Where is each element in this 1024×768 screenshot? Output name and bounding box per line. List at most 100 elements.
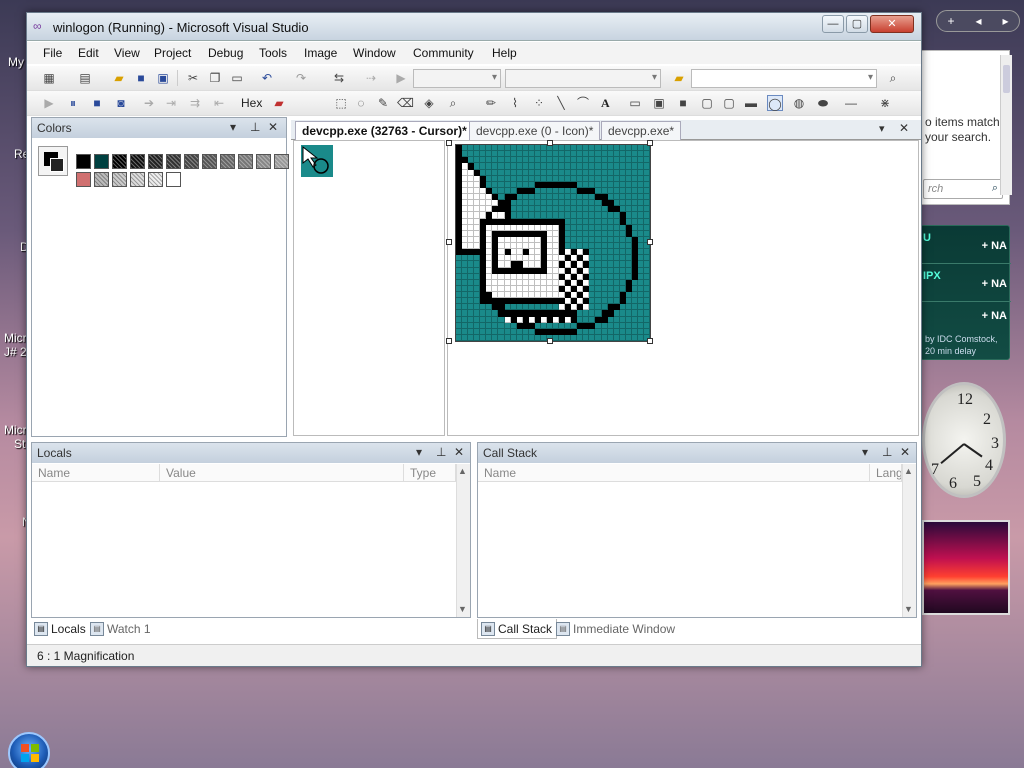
save-icon[interactable]: ■ xyxy=(133,70,149,86)
color-swatch[interactable] xyxy=(94,172,109,187)
cut-icon[interactable]: ✂ xyxy=(185,70,201,86)
resize-handle[interactable] xyxy=(446,338,452,344)
resize-handle[interactable] xyxy=(446,140,452,146)
color-swatch[interactable] xyxy=(166,154,181,169)
column-name[interactable]: Name xyxy=(32,464,160,482)
find-combo[interactable] xyxy=(691,69,877,88)
pin-icon[interactable]: ⊥ xyxy=(882,445,892,459)
search-icon[interactable]: ⌕ xyxy=(992,182,998,195)
close-icon[interactable]: ✕ xyxy=(268,120,278,134)
close-icon[interactable]: ✕ xyxy=(454,445,464,459)
stock-row[interactable]: + NA xyxy=(921,296,1011,334)
add-item-icon[interactable]: ▤ xyxy=(77,70,93,86)
start-debugging-icon[interactable]: ▶ xyxy=(393,70,409,86)
transparency-icon[interactable]: ⋇ xyxy=(877,95,893,111)
filled-ellipse-icon[interactable]: ⬬ xyxy=(815,95,831,111)
desktop-label[interactable]: Micr xyxy=(4,423,27,437)
search-input[interactable]: rch ⌕ xyxy=(923,179,1003,199)
open-folder-icon[interactable]: ▰ xyxy=(111,70,127,86)
menu-help[interactable]: Help xyxy=(492,46,517,60)
desktop-label[interactable]: Micr xyxy=(4,331,27,345)
resize-handle[interactable] xyxy=(647,239,653,245)
outlined-round-rectangle-icon[interactable]: ▢ xyxy=(721,95,737,111)
dropdown-icon[interactable]: ▾ xyxy=(230,120,236,134)
ellipse-icon[interactable]: ◯ xyxy=(767,95,783,111)
next-page-button[interactable]: ▸ xyxy=(1002,14,1008,28)
menu-window[interactable]: Window xyxy=(353,46,396,60)
desktop-label[interactable]: St xyxy=(14,437,25,451)
color-picker-icon[interactable]: ✎ xyxy=(375,95,391,111)
line-width-icon[interactable]: — xyxy=(843,95,859,111)
cursor-pixel-grid[interactable] xyxy=(455,144,651,342)
configuration-dropdown[interactable] xyxy=(413,69,501,88)
tab-exe[interactable]: devcpp.exe* xyxy=(601,121,682,140)
pencil-icon[interactable]: ✏ xyxy=(483,95,499,111)
color-swatch[interactable] xyxy=(166,172,181,187)
resize-handle[interactable] xyxy=(547,338,553,344)
menu-tools[interactable]: Tools xyxy=(259,46,287,60)
tab-immediate-window[interactable]: ▤ Immediate Window xyxy=(553,619,679,639)
color-swatch[interactable] xyxy=(274,154,289,169)
pause-icon[interactable]: ⏸ xyxy=(65,95,81,111)
column-type[interactable]: Type xyxy=(404,464,456,482)
color-swatch[interactable] xyxy=(220,154,235,169)
menu-debug[interactable]: Debug xyxy=(208,46,243,60)
undo-icon[interactable]: ↶ xyxy=(259,70,275,86)
call-stack-scrollbar[interactable]: ▲ ▼ xyxy=(902,464,916,617)
tab-cursor[interactable]: devcpp.exe (32763 - Cursor)* xyxy=(295,121,474,140)
rectangle-icon[interactable]: ▭ xyxy=(627,95,643,111)
search-scrollbar[interactable] xyxy=(1000,55,1012,195)
text-tool[interactable]: A xyxy=(601,96,610,111)
desktop-label[interactable]: My xyxy=(8,55,24,69)
scroll-up-icon[interactable]: ▲ xyxy=(904,466,913,476)
show-next-statement-icon[interactable]: ➔ xyxy=(141,95,157,111)
menu-community[interactable]: Community xyxy=(413,46,474,60)
curve-icon[interactable]: ⌒ xyxy=(575,95,591,111)
color-swatch[interactable] xyxy=(130,154,145,169)
tab-watch[interactable]: ▤ Watch 1 xyxy=(87,619,155,639)
menu-file[interactable]: File xyxy=(43,46,62,60)
column-value[interactable]: Value xyxy=(160,464,404,482)
step-into-icon[interactable]: ⇥ xyxy=(163,95,179,111)
close-document-icon[interactable]: ✕ xyxy=(899,121,909,135)
continue-icon[interactable]: ▶ xyxy=(41,95,57,111)
scroll-up-icon[interactable]: ▲ xyxy=(458,466,467,476)
scroll-down-icon[interactable]: ▼ xyxy=(458,604,467,614)
find-in-files-icon[interactable]: ▰ xyxy=(671,70,687,86)
color-swatch[interactable] xyxy=(184,154,199,169)
resize-handle[interactable] xyxy=(647,140,653,146)
color-swatch[interactable] xyxy=(202,154,217,169)
selected-colors[interactable] xyxy=(38,146,68,176)
filled-rectangle-icon[interactable]: ■ xyxy=(675,95,691,111)
paste-icon[interactable]: ▭ xyxy=(229,70,245,86)
copy-icon[interactable]: ❐ xyxy=(207,70,223,86)
outlined-ellipse-icon[interactable]: ◍ xyxy=(791,95,807,111)
pin-icon[interactable]: ⊥ xyxy=(250,120,260,134)
desktop-label[interactable]: J# 2 xyxy=(4,345,27,359)
line-icon[interactable]: ╲ xyxy=(553,95,569,111)
restart-icon[interactable]: ◙ xyxy=(113,95,129,111)
pin-icon[interactable]: ⊥ xyxy=(436,445,446,459)
color-swatch[interactable] xyxy=(148,172,163,187)
color-swatch[interactable] xyxy=(256,154,271,169)
find-icon[interactable]: ⌕ xyxy=(885,70,901,86)
close-button[interactable]: ✕ xyxy=(870,15,914,33)
navigate-icon[interactable]: ⇆ xyxy=(331,70,347,86)
lasso-select-icon[interactable]: ◌ xyxy=(353,95,369,111)
menu-image[interactable]: Image xyxy=(304,46,337,60)
resize-handle[interactable] xyxy=(446,239,452,245)
dropdown-icon[interactable]: ▾ xyxy=(416,445,422,459)
redo-icon[interactable]: ↷ xyxy=(293,70,309,86)
step-over-icon[interactable]: ⇉ xyxy=(187,95,203,111)
start-button[interactable] xyxy=(8,732,50,768)
stock-row[interactable]: U + NA xyxy=(921,226,1011,264)
stop-icon[interactable]: ■ xyxy=(89,95,105,111)
color-swatch[interactable] xyxy=(112,154,127,169)
color-swatch[interactable] xyxy=(76,154,91,169)
column-name[interactable]: Name xyxy=(478,464,870,482)
title-bar[interactable]: ∞ winlogon (Running) - Microsoft Visual … xyxy=(27,13,921,41)
menu-view[interactable]: View xyxy=(114,46,140,60)
color-swatch[interactable] xyxy=(148,154,163,169)
color-swatch[interactable] xyxy=(112,172,127,187)
tab-icon[interactable]: devcpp.exe (0 - Icon)* xyxy=(469,121,601,140)
